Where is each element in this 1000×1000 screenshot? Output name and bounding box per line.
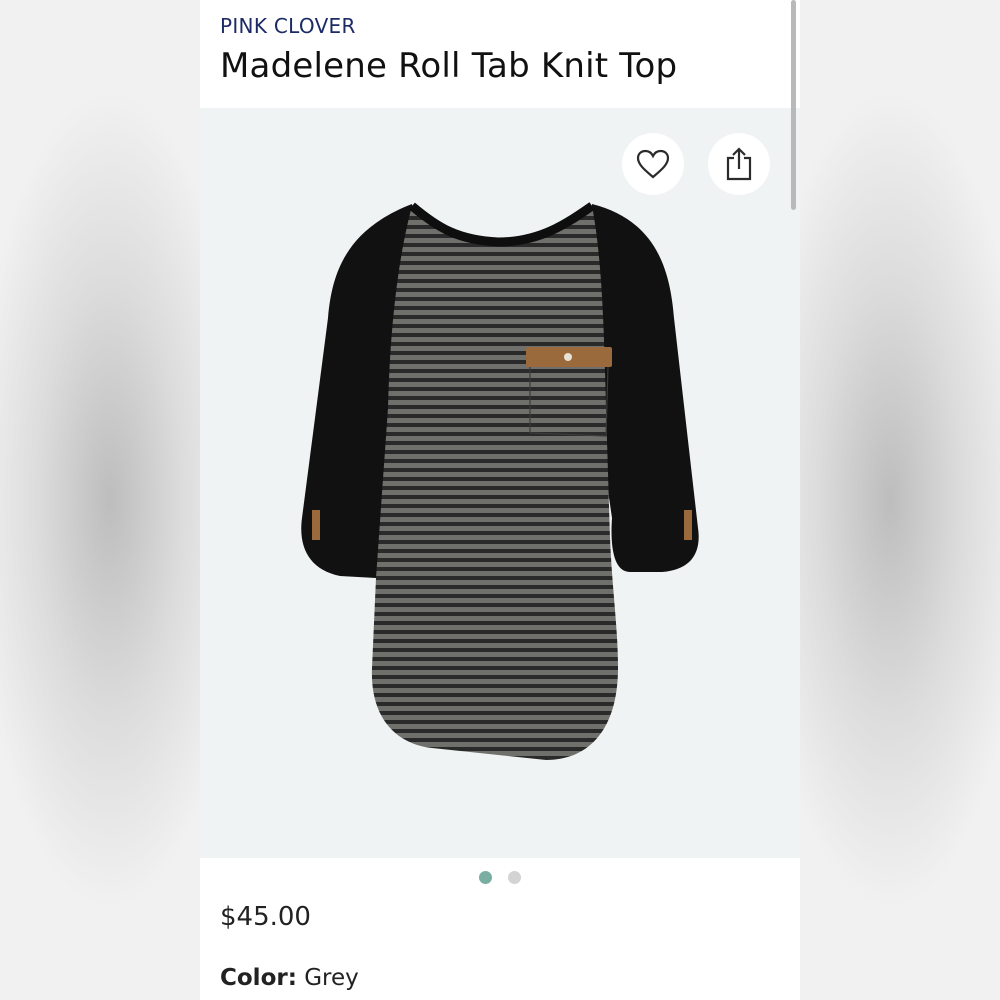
blurred-background-right (800, 0, 1000, 1000)
product-image (301, 202, 699, 760)
product-price: $45.00 (220, 902, 311, 932)
product-image-carousel[interactable] (200, 108, 800, 858)
color-selection: Color: Grey (220, 965, 359, 991)
favorite-button[interactable] (622, 133, 684, 195)
product-page: PINK CLOVER Madelene Roll Tab Knit Top $… (200, 0, 800, 1000)
product-title: Madelene Roll Tab Knit Top (220, 46, 678, 86)
share-icon (726, 147, 752, 181)
color-label: Color: (220, 965, 297, 991)
heart-icon (636, 149, 670, 179)
scrollbar[interactable] (791, 0, 796, 210)
carousel-indicator (200, 868, 800, 888)
color-value: Grey (304, 965, 359, 991)
blurred-background-left (0, 0, 200, 1000)
carousel-dot-active[interactable] (479, 871, 492, 884)
brand-name[interactable]: PINK CLOVER (220, 14, 356, 38)
carousel-dot[interactable] (508, 871, 521, 884)
share-button[interactable] (708, 133, 770, 195)
